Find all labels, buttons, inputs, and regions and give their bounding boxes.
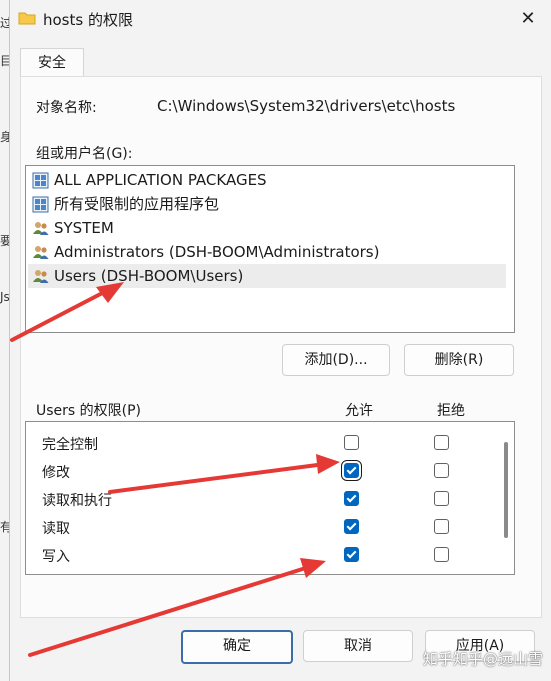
group-name: 所有受限制的应用程序包: [54, 195, 220, 213]
packages-icon: [32, 172, 49, 189]
add-button[interactable]: 添加(D)...: [282, 344, 390, 376]
list-item[interactable]: Administrators (DSH-BOOM\Administrators): [28, 240, 506, 264]
folder-icon: [18, 12, 36, 25]
list-item[interactable]: ALL APPLICATION PACKAGES: [28, 168, 506, 192]
allow-checkbox-read[interactable]: [344, 519, 359, 534]
permission-name: 修改: [42, 465, 70, 481]
users-icon: [33, 270, 49, 283]
permission-row: 写入: [26, 540, 486, 568]
permission-name: 写入: [42, 549, 70, 565]
bg-text: 目: [0, 54, 9, 68]
group-name: SYSTEM: [54, 219, 114, 237]
bg-text: 过: [0, 16, 9, 30]
deny-checkbox-read[interactable]: [434, 519, 449, 534]
allow-checkbox-full-control[interactable]: [344, 435, 359, 450]
permissions-label: Users 的权限(P): [36, 403, 142, 419]
list-item-selected[interactable]: Users (DSH-BOOM\Users): [28, 264, 506, 288]
permission-name: 完全控制: [42, 437, 98, 453]
permissions-list: 完全控制 修改 读取和执行 读取 写入: [25, 421, 515, 575]
close-button[interactable]: ✕: [514, 5, 542, 33]
close-icon: ✕: [520, 8, 536, 29]
bg-text: 有: [0, 520, 9, 534]
window-title: hosts 的权限: [43, 11, 133, 29]
watermark-text: 知乎知乎@远山雪: [422, 650, 543, 668]
allow-checkbox-read-execute[interactable]: [344, 491, 359, 506]
permission-row: 读取: [26, 512, 486, 540]
users-icon: [33, 222, 49, 235]
deny-checkbox-write[interactable]: [434, 547, 449, 562]
allow-header: 允许: [345, 403, 373, 419]
permission-row: 完全控制: [26, 428, 486, 456]
groups-label: 组或用户名(G):: [36, 146, 133, 162]
bg-text: 身: [0, 130, 9, 144]
allow-checkbox-write[interactable]: [344, 547, 359, 562]
deny-checkbox-modify[interactable]: [434, 463, 449, 478]
cancel-button[interactable]: 取消: [303, 630, 413, 662]
deny-header: 拒绝: [437, 403, 465, 419]
list-item[interactable]: SYSTEM: [28, 216, 506, 240]
permission-row: 修改: [26, 456, 486, 484]
object-name-label: 对象名称:: [36, 100, 97, 116]
title-bar: hosts 的权限 ✕: [10, 0, 551, 38]
group-name: Users (DSH-BOOM\Users): [54, 267, 244, 285]
group-name: ALL APPLICATION PACKAGES: [54, 171, 267, 189]
group-name: Administrators (DSH-BOOM\Administrators): [54, 243, 380, 261]
groups-listbox[interactable]: ALL APPLICATION PACKAGES 所有受限制的应用程序包 SYS…: [25, 165, 515, 333]
tab-security[interactable]: 安全: [20, 48, 84, 77]
deny-checkbox-full-control[interactable]: [434, 435, 449, 450]
deny-checkbox-read-execute[interactable]: [434, 491, 449, 506]
ok-button[interactable]: 确定: [181, 630, 293, 664]
permission-name: 读取: [42, 521, 70, 537]
permission-row: 读取和执行: [26, 484, 486, 512]
remove-button[interactable]: 删除(R): [404, 344, 514, 376]
users-icon: [33, 246, 49, 259]
allow-checkbox-modify[interactable]: [341, 460, 362, 481]
object-name-value: C:\Windows\System32\drivers\etc\hosts: [157, 97, 456, 115]
list-item[interactable]: 所有受限制的应用程序包: [28, 192, 506, 216]
permission-name: 读取和执行: [42, 493, 112, 509]
bg-text: 要: [0, 234, 9, 248]
scrollbar-thumb[interactable]: [504, 442, 508, 538]
packages-icon: [32, 196, 49, 213]
bg-text: Js: [0, 290, 9, 304]
